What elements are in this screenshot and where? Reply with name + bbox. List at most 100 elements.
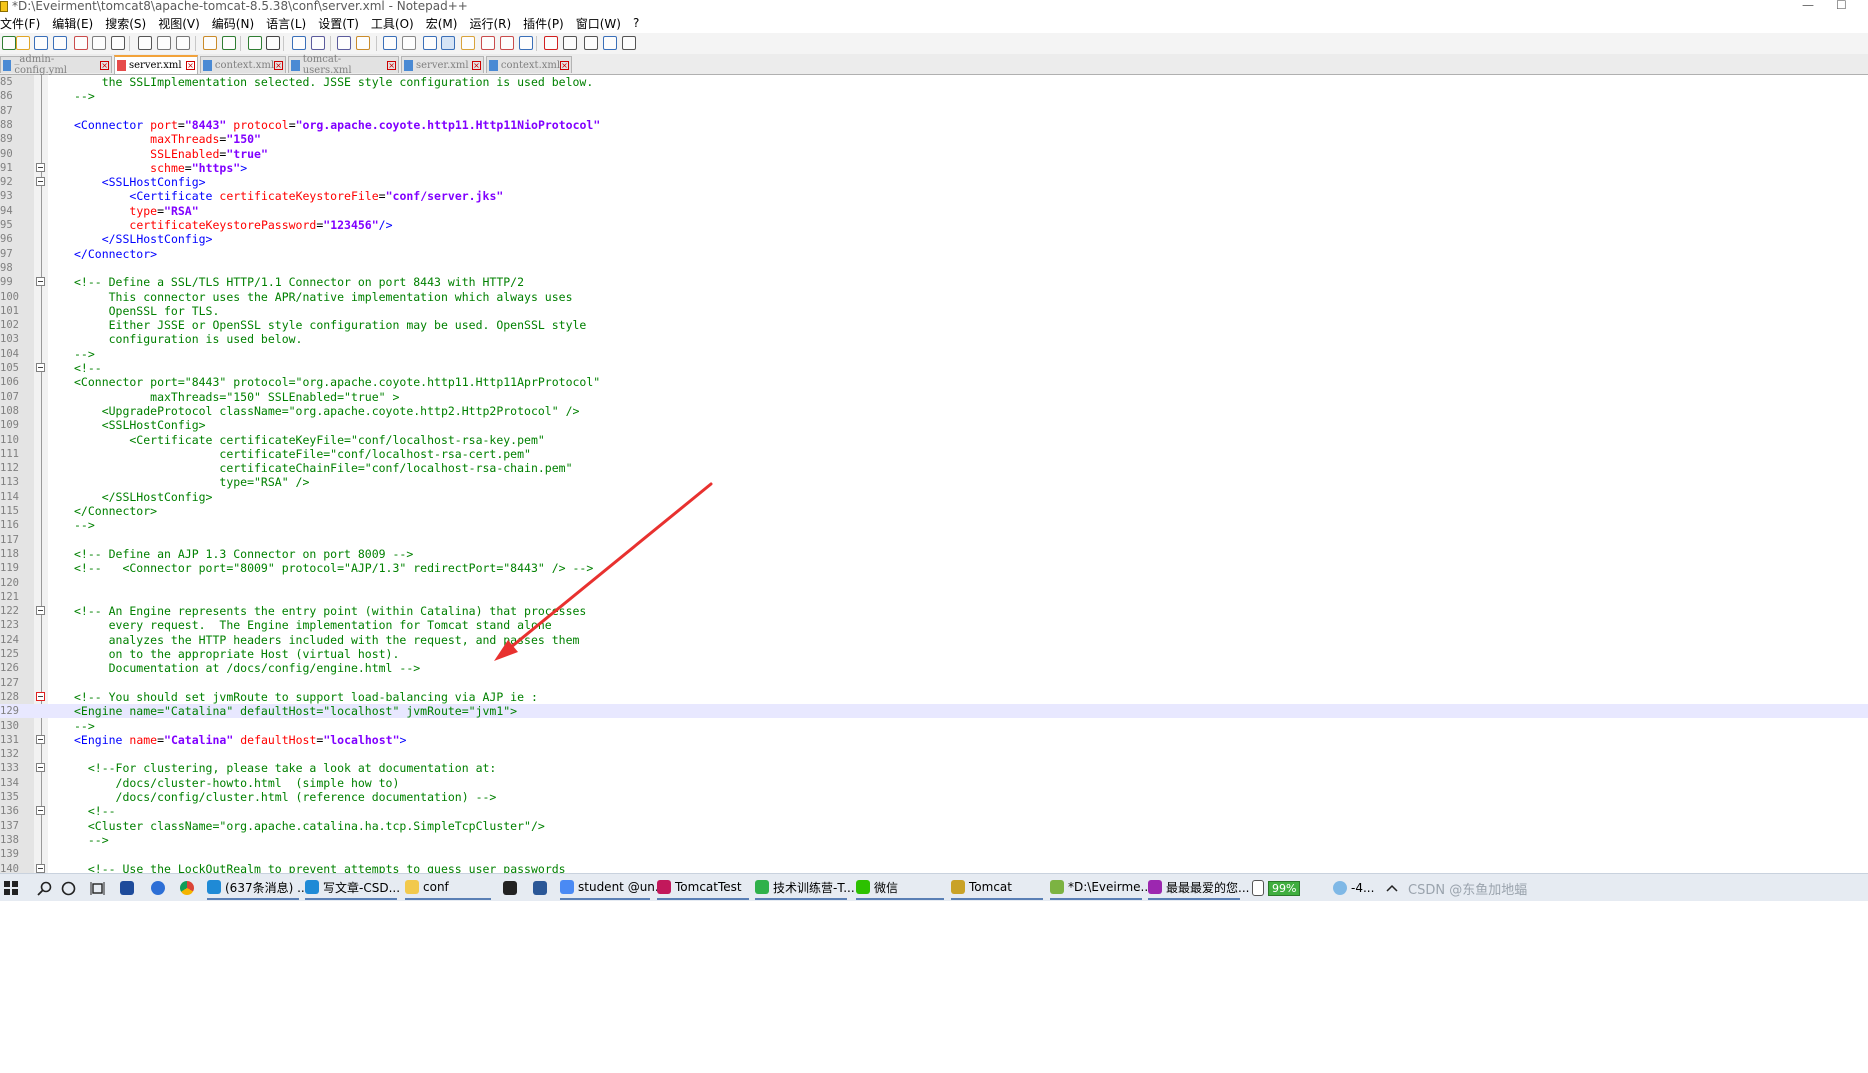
tab-5[interactable]: context.xml ×	[486, 56, 572, 73]
code-line[interactable]: 94 type="RSA"	[0, 204, 1868, 218]
menu-item-2[interactable]: 搜索(S)	[99, 15, 152, 32]
function-list-icon[interactable]	[481, 36, 495, 50]
tab-0[interactable]: _admin-config.yml ×	[0, 54, 112, 76]
code-line[interactable]: 85 the SSLImplementation selected. JSSE …	[0, 75, 1868, 89]
code-line[interactable]: 88 <Connector port="8443" protocol="org.a…	[0, 118, 1868, 132]
new-file-icon[interactable]	[2, 36, 16, 50]
maximize-button[interactable]: ☐	[1836, 0, 1847, 12]
fold-toggle-icon[interactable]	[36, 806, 45, 816]
run-macro-icon[interactable]	[603, 36, 617, 50]
code-line[interactable]: 93 <Certificate certificateKeystoreFile=…	[0, 189, 1868, 203]
replace-icon[interactable]	[266, 36, 280, 50]
undo-icon[interactable]	[203, 36, 217, 50]
tab-4[interactable]: server.xml ×	[401, 56, 484, 73]
taskbar-item-7[interactable]: Tomcat	[951, 876, 1043, 900]
chevron-up-icon[interactable]	[1386, 876, 1398, 900]
find-icon[interactable]	[248, 36, 262, 50]
code-line[interactable]: 104 -->	[0, 347, 1868, 361]
battery-tray[interactable]: 99%	[1252, 876, 1301, 900]
code-line[interactable]: 108 <UpgradeProtocol className="org.apac…	[0, 404, 1868, 418]
code-line[interactable]: 95 certificateKeystorePassword="123456"/…	[0, 218, 1868, 232]
code-line[interactable]: 118 <!-- Define an AJP 1.3 Connector on p…	[0, 547, 1868, 561]
task-view-icon[interactable]	[90, 876, 105, 900]
code-line[interactable]: 113 type="RSA" />	[0, 475, 1868, 489]
tab-1[interactable]: server.xml ×	[114, 55, 198, 74]
menu-item-1[interactable]: 编辑(E)	[46, 15, 99, 32]
udl-icon[interactable]	[441, 36, 455, 50]
code-line[interactable]: 140 <!-- Use the LockOutRealm to prevent…	[0, 862, 1868, 874]
code-line[interactable]: 96 </SSLHostConfig>	[0, 232, 1868, 246]
fold-toggle-icon[interactable]	[36, 606, 45, 616]
code-line[interactable]: 98	[0, 261, 1868, 275]
menu-item-3[interactable]: 视图(V)	[152, 15, 206, 32]
code-line[interactable]: 128 <!-- You should set jvmRoute to suppo…	[0, 690, 1868, 704]
tab-2[interactable]: context.xml ×	[200, 56, 286, 73]
menu-item-12[interactable]: ?	[627, 16, 645, 30]
taskbar-item-3[interactable]: student @un...	[560, 876, 666, 900]
menu-item-9[interactable]: 运行(R)	[463, 15, 517, 32]
code-line[interactable]: 106 <Connector port="8443" protocol="org.…	[0, 375, 1868, 389]
fold-toggle-icon[interactable]	[36, 177, 45, 187]
tab-close-icon[interactable]: ×	[100, 60, 109, 70]
code-line[interactable]: 103 configuration is used below.	[0, 332, 1868, 346]
code-line[interactable]: 129 <Engine name="Catalina" defaultHost="…	[0, 704, 1868, 719]
code-line[interactable]: 123 every request. The Engine implementa…	[0, 618, 1868, 632]
code-line[interactable]: 86 -->	[0, 89, 1868, 103]
fold-toggle-icon[interactable]	[36, 763, 45, 773]
code-line[interactable]: 120	[0, 576, 1868, 590]
play-macro-icon[interactable]	[584, 36, 598, 50]
redo-icon[interactable]	[222, 36, 236, 50]
sync-h-icon[interactable]	[356, 36, 370, 50]
start-button[interactable]	[4, 876, 18, 900]
code-editor[interactable]: 85 the SSLImplementation selected. JSSE …	[0, 75, 1868, 873]
tab-close-icon[interactable]: ×	[186, 61, 195, 70]
fold-toggle-icon[interactable]	[36, 277, 45, 287]
zoom-in-icon[interactable]	[292, 36, 306, 50]
code-line[interactable]: 105 <!--	[0, 361, 1868, 375]
code-line[interactable]: 99 <!-- Define a SSL/TLS HTTP/1.1 Connect…	[0, 275, 1868, 289]
code-line[interactable]: 109 <SSLHostConfig>	[0, 418, 1868, 432]
tab-close-icon[interactable]: ×	[274, 60, 283, 70]
code-line[interactable]: 89 maxThreads="150"	[0, 132, 1868, 146]
fold-toggle-icon[interactable]	[36, 734, 45, 744]
code-line[interactable]: 133 <!--For clustering, please take a lo…	[0, 761, 1868, 775]
browser-pin-icon[interactable]	[151, 876, 169, 900]
tab-3[interactable]: tomcat-users.xml ×	[288, 54, 399, 76]
chrome-pin-icon[interactable]	[180, 876, 198, 900]
menu-item-5[interactable]: 语言(L)	[260, 15, 312, 32]
search-icon[interactable]	[37, 876, 52, 900]
code-line[interactable]: 134 /docs/cluster-howto.html (simple how…	[0, 776, 1868, 790]
doc-map-icon[interactable]	[461, 36, 475, 50]
code-line[interactable]: 131 <Engine name="Catalina" defaultHost="…	[0, 733, 1868, 747]
taskbar-item-6[interactable]: 微信	[856, 876, 944, 900]
code-line[interactable]: 135 /docs/config/cluster.html (reference…	[0, 790, 1868, 804]
sync-v-icon[interactable]	[337, 36, 351, 50]
menu-item-11[interactable]: 窗口(W)	[570, 15, 627, 32]
code-line[interactable]: 107 maxThreads="150" SSLEnabled="true" >	[0, 390, 1868, 404]
minimize-button[interactable]: —	[1802, 0, 1814, 12]
code-line[interactable]: 126 Documentation at /docs/config/engine…	[0, 661, 1868, 675]
close-all-icon[interactable]	[92, 36, 106, 50]
code-line[interactable]: 90 SSLEnabled="true"	[0, 147, 1868, 161]
menu-item-4[interactable]: 编码(N)	[206, 15, 260, 32]
monitor-icon[interactable]	[519, 36, 533, 50]
menu-item-7[interactable]: 工具(O)	[365, 15, 420, 32]
taskbar-item-4[interactable]: TomcatTest	[657, 876, 749, 900]
code-line[interactable]: 92 <SSLHostConfig>	[0, 175, 1868, 189]
taskbar-item-0[interactable]: (637条消息) ...	[207, 876, 309, 900]
record-macro-icon[interactable]	[544, 36, 558, 50]
code-line[interactable]: 124 analyzes the HTTP headers included w…	[0, 633, 1868, 647]
close-icon[interactable]	[74, 36, 88, 50]
fold-toggle-icon[interactable]	[36, 691, 45, 701]
fold-toggle-icon[interactable]	[36, 162, 45, 172]
code-line[interactable]: 130 -->	[0, 719, 1868, 733]
fold-toggle-icon[interactable]	[36, 363, 45, 372]
code-line[interactable]: 102 Either JSSE or OpenSSL style configu…	[0, 318, 1868, 332]
code-line[interactable]: 137 <Cluster className="org.apache.catal…	[0, 819, 1868, 833]
weather-tray[interactable]: -4...	[1333, 876, 1374, 900]
cut-icon[interactable]	[138, 36, 152, 50]
code-line[interactable]: 111 certificateFile="conf/localhost-rsa-…	[0, 447, 1868, 461]
taskbar-item-5[interactable]: 技术训练营-T...	[755, 876, 855, 900]
menu-item-6[interactable]: 设置(T)	[312, 15, 365, 32]
zoom-out-icon[interactable]	[311, 36, 325, 50]
